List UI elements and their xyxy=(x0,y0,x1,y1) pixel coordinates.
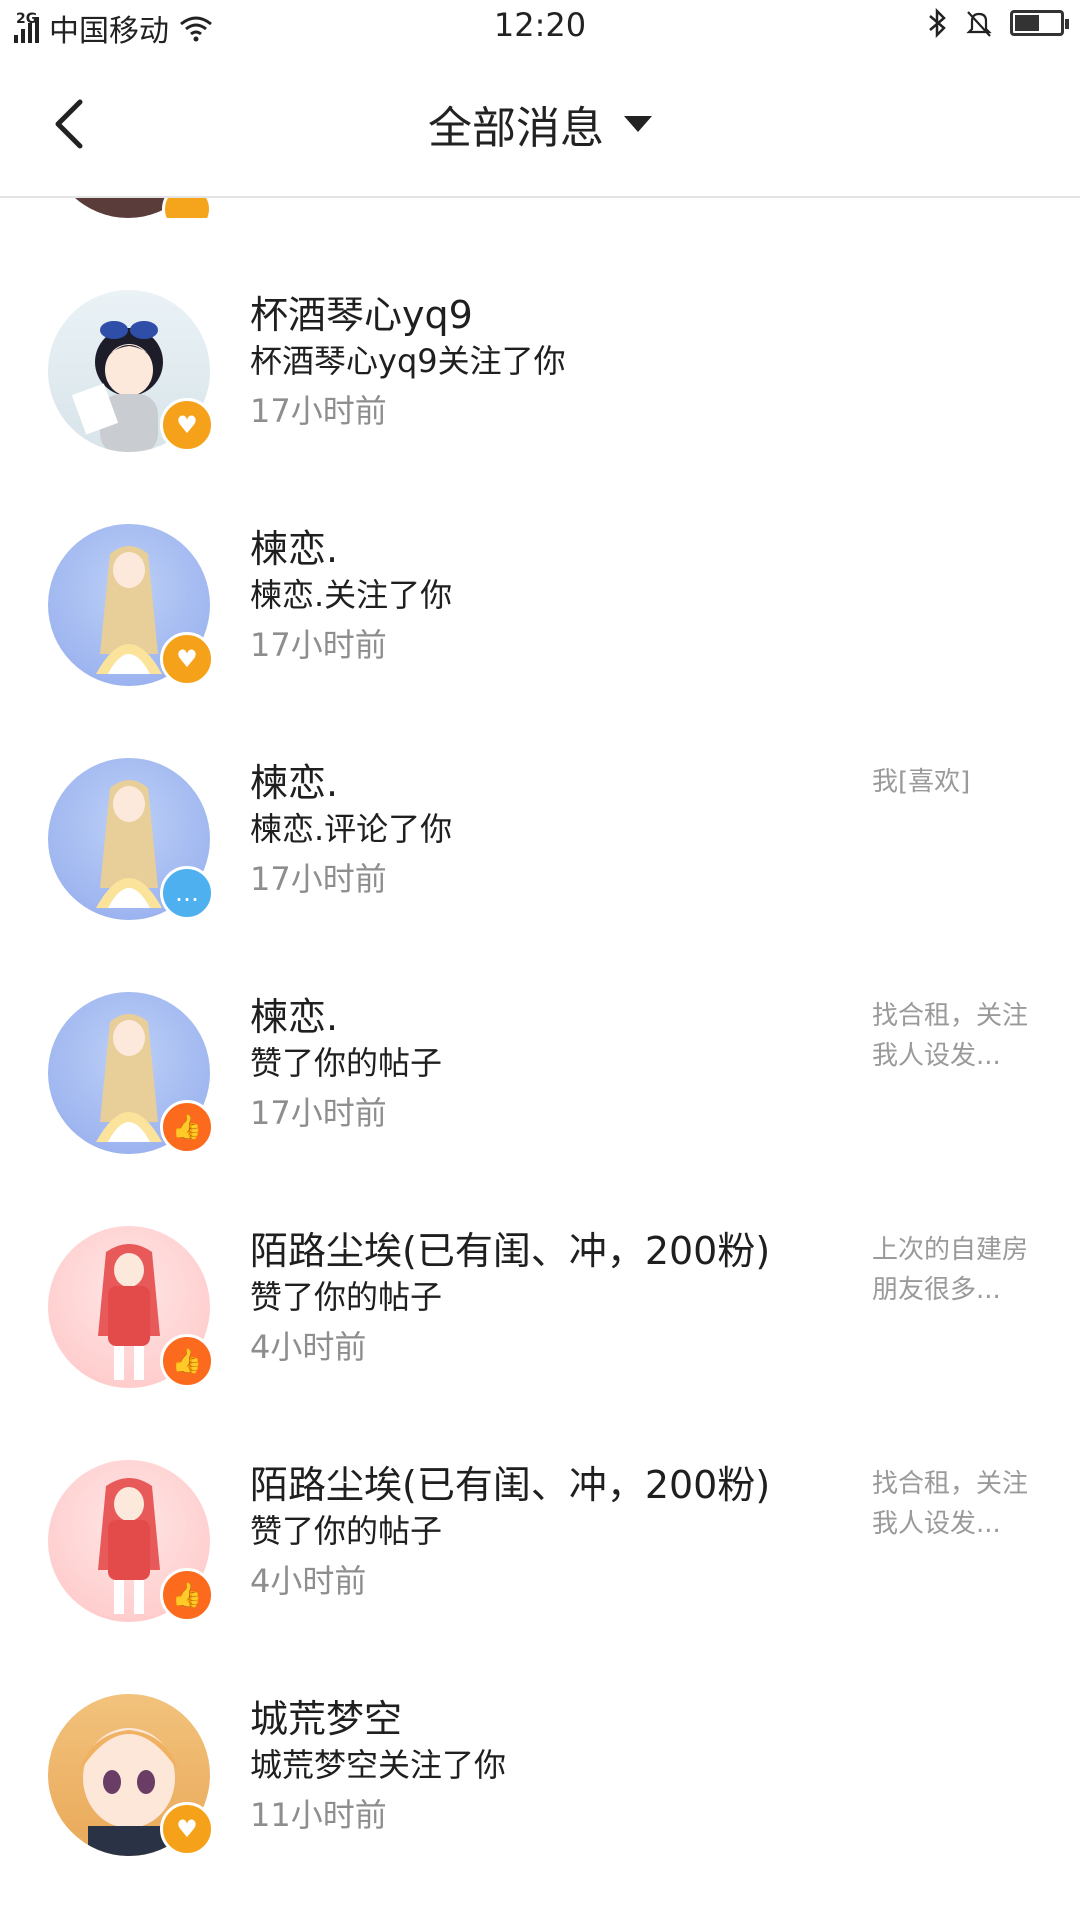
post-excerpt[interactable]: 找合租，关注我人设发... xyxy=(872,1464,1032,1544)
message-text: 赞了你的帖子 xyxy=(250,1512,443,1550)
message-text: 楝恋.评论了你 xyxy=(250,810,453,848)
bluetooth-icon xyxy=(929,8,946,38)
heart-icon: ♥ xyxy=(160,398,214,452)
list-item[interactable]: 👍 陌路尘埃(已有闺、冲，200粉) 赞了你的帖子 4小时前 找合租，关注我人设… xyxy=(0,1430,1080,1664)
thumbs-up-icon: 👍 xyxy=(160,1100,214,1154)
post-excerpt[interactable]: 上次的自建房朋友很多... xyxy=(872,1230,1032,1310)
follow-badge-icon xyxy=(162,198,212,218)
message-time: 17小时前 xyxy=(250,1094,387,1132)
message-time: 17小时前 xyxy=(250,626,387,664)
sender-name[interactable]: 楝恋. xyxy=(250,752,338,807)
message-filter-dropdown[interactable]: 全部消息 xyxy=(0,92,1080,156)
post-excerpt[interactable]: 找合租，关注我人设发... xyxy=(872,996,1032,1076)
list-item[interactable]: 👍 楝恋. 赞了你的帖子 17小时前 找合租，关注我人设发... xyxy=(0,962,1080,1196)
status-bar: 2G 中国移动 12:20 xyxy=(0,0,1080,50)
sender-name[interactable]: 城荒梦空 xyxy=(250,1688,402,1743)
list-item[interactable]: … 楝恋. 楝恋.评论了你 17小时前 我[喜欢] xyxy=(0,728,1080,962)
battery-icon xyxy=(1010,10,1069,36)
thumbs-up-icon: 👍 xyxy=(160,1568,214,1622)
message-time: 4小时前 xyxy=(250,1562,367,1600)
message-text: 杯酒琴心yq9关注了你 xyxy=(250,342,566,380)
list-item[interactable]: 👍 陌路尘埃(已有闺、冲，200粉) 赞了你的帖子 4小时前 上次的自建房朋友很… xyxy=(0,1196,1080,1430)
message-time: 17小时前 xyxy=(250,392,387,430)
post-excerpt[interactable]: 我[喜欢] xyxy=(872,762,1032,802)
message-time: 11小时前 xyxy=(250,1796,387,1834)
heart-icon: ♥ xyxy=(160,632,214,686)
message-text: 赞了你的帖子 xyxy=(250,1278,443,1316)
message-time: 4小时前 xyxy=(250,1328,367,1366)
list-item[interactable]: ♥ 楝恋. 楝恋.关注了你 17小时前 xyxy=(0,494,1080,728)
partial-list-item xyxy=(0,198,1080,218)
heart-icon: ♥ xyxy=(160,1802,214,1856)
message-text: 赞了你的帖子 xyxy=(250,1044,443,1082)
sender-name[interactable]: 陌路尘埃(已有闺、冲，200粉) xyxy=(250,1220,770,1275)
list-item[interactable]: ♥ 城荒梦空 城荒梦空关注了你 11小时前 xyxy=(0,1664,1080,1898)
app-header: 全部消息 xyxy=(0,50,1080,198)
sender-name[interactable]: 杯酒琴心yq9 xyxy=(250,284,473,339)
sender-name[interactable]: 楝恋. xyxy=(250,986,338,1041)
mute-bell-icon xyxy=(966,11,992,37)
message-text: 楝恋.关注了你 xyxy=(250,576,453,614)
message-list: ♥ 杯酒琴心yq9 杯酒琴心yq9关注了你 17小时前 ♥ 楝恋. 楝恋.关注了… xyxy=(0,260,1080,1898)
page-title: 全部消息 xyxy=(428,103,604,154)
thumbs-up-icon: 👍 xyxy=(160,1334,214,1388)
status-right xyxy=(926,8,1069,38)
status-time: 12:20 xyxy=(493,6,587,44)
sender-name[interactable]: 楝恋. xyxy=(250,518,338,573)
sender-name[interactable]: 陌路尘埃(已有闺、冲，200粉) xyxy=(250,1454,770,1509)
comment-icon: … xyxy=(160,866,214,920)
dropdown-caret-icon xyxy=(624,116,652,132)
list-item[interactable]: ♥ 杯酒琴心yq9 杯酒琴心yq9关注了你 17小时前 xyxy=(0,260,1080,494)
message-text: 城荒梦空关注了你 xyxy=(250,1746,507,1784)
message-time: 17小时前 xyxy=(250,860,387,898)
